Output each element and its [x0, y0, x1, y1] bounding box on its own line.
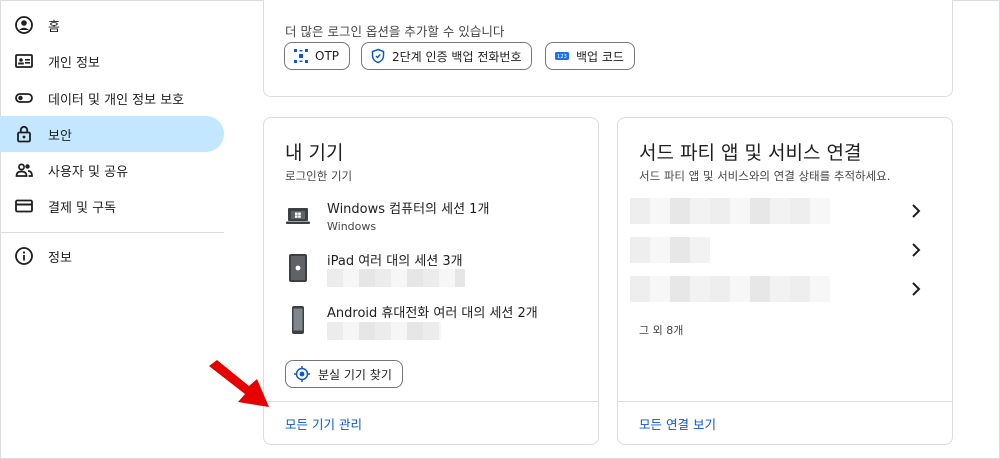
sidebar-item-label: 홈	[48, 19, 60, 35]
sidebar-item-people-sharing[interactable]: 사용자 및 공유	[0, 152, 224, 188]
backup-code-icon: 123	[554, 48, 570, 64]
redacted-detail	[327, 269, 465, 287]
annotation-arrow-icon	[209, 360, 269, 407]
card-divider	[264, 401, 598, 402]
otp-chip-label: OTP	[315, 49, 340, 63]
chevron-right-icon	[912, 204, 921, 218]
redacted-app-name	[630, 198, 830, 224]
backup-phone-chip-label: 2단계 인증 백업 전화번호	[392, 49, 522, 64]
sidebar-item-security[interactable]: 보안	[0, 116, 224, 152]
third-party-apps-card: 서드 파티 앱 및 서비스 연결 서드 파티 앱 및 서비스와의 연결 상태를 …	[617, 117, 953, 445]
signin-options-card: 더 많은 로그인 옵션을 추가할 수 있습니다 OTP 2단계 인증 백업 전화…	[263, 0, 953, 97]
sidebar-item-label: 개인 정보	[48, 55, 100, 71]
sidebar-item-label: 데이터 및 개인 정보 보호	[48, 92, 185, 108]
manage-all-devices-link[interactable]: 모든 기기 관리	[285, 414, 362, 433]
backup-phone-chip[interactable]: 2단계 인증 백업 전화번호	[361, 42, 533, 70]
devices-title: 내 기기	[285, 142, 344, 164]
card-divider	[618, 401, 952, 402]
device-row-windows[interactable]: Windows 컴퓨터의 세션 1개 Windows	[285, 198, 585, 242]
device-detail: Windows	[327, 220, 377, 233]
sidebar-item-payments[interactable]: 결제 및 구독	[0, 188, 224, 224]
sidebar-item-data-privacy[interactable]: 데이터 및 개인 정보 보호	[0, 80, 224, 116]
locate-icon	[292, 364, 312, 384]
sidebar-item-home[interactable]: 홈	[0, 7, 224, 43]
find-lost-device-label: 분실 기기 찾기	[318, 367, 392, 382]
chevron-right-icon	[912, 282, 921, 296]
sidebar-divider	[0, 232, 224, 233]
find-lost-device-button[interactable]: 분실 기기 찾기	[285, 360, 403, 388]
id-card-icon	[14, 51, 34, 71]
tablet-icon	[285, 252, 311, 284]
svg-text:123: 123	[557, 54, 567, 60]
view-all-connections-link[interactable]: 모든 연결 보기	[639, 414, 716, 433]
device-row-ipad[interactable]: iPad 여러 대의 세션 3개	[285, 250, 585, 294]
device-title: iPad 여러 대의 세션 3개	[327, 254, 463, 269]
devices-subtitle: 로그인한 기기	[285, 169, 353, 183]
people-icon	[14, 160, 34, 180]
info-icon	[14, 246, 34, 266]
laptop-icon	[285, 200, 311, 232]
otp-icon	[293, 48, 309, 64]
chevron-right-icon	[912, 243, 921, 257]
lock-icon	[14, 124, 34, 144]
sidebar-item-about[interactable]: 정보	[0, 238, 224, 274]
sidebar-item-label: 결제 및 구독	[48, 200, 117, 216]
credit-card-icon	[14, 196, 34, 216]
redacted-app-name	[630, 237, 710, 263]
third-party-app-row[interactable]	[630, 198, 940, 224]
device-title: Android 휴대전화 여러 대의 세션 2개	[327, 306, 538, 321]
signin-options-hint: 더 많은 로그인 옵션을 추가할 수 있습니다	[285, 24, 505, 39]
sidebar-item-label: 사용자 및 공유	[48, 164, 129, 180]
sidebar-item-personal-info[interactable]: 개인 정보	[0, 43, 224, 79]
devices-card: 내 기기 로그인한 기기 Windows 컴퓨터의 세션 1개 Windows …	[263, 117, 599, 445]
more-connections-count: 그 외 8개	[639, 324, 684, 337]
shield-icon	[370, 48, 386, 64]
account-circle-icon	[14, 15, 34, 35]
third-party-app-row[interactable]	[630, 276, 940, 302]
otp-chip[interactable]: OTP	[284, 42, 351, 70]
redacted-detail	[327, 322, 441, 340]
device-title: Windows 컴퓨터의 세션 1개	[327, 202, 490, 217]
toggle-icon	[14, 88, 34, 108]
third-party-subtitle: 서드 파티 앱 및 서비스와의 연결 상태를 추적하세요.	[639, 169, 891, 183]
device-row-android[interactable]: Android 휴대전화 여러 대의 세션 2개	[285, 302, 585, 346]
sidebar: 홈 개인 정보 데이터 및 개인 정보 보호 보안 사용자 및 공유 결제 및 …	[0, 0, 232, 459]
backup-codes-chip-label: 백업 코드	[576, 49, 624, 64]
third-party-app-row[interactable]	[630, 237, 940, 263]
redacted-app-name	[630, 276, 830, 302]
sidebar-item-label: 보안	[48, 128, 72, 144]
third-party-title: 서드 파티 앱 및 서비스 연결	[639, 142, 862, 164]
sidebar-item-label: 정보	[48, 250, 72, 266]
phone-icon	[285, 304, 311, 336]
backup-codes-chip[interactable]: 123 백업 코드	[545, 42, 635, 70]
